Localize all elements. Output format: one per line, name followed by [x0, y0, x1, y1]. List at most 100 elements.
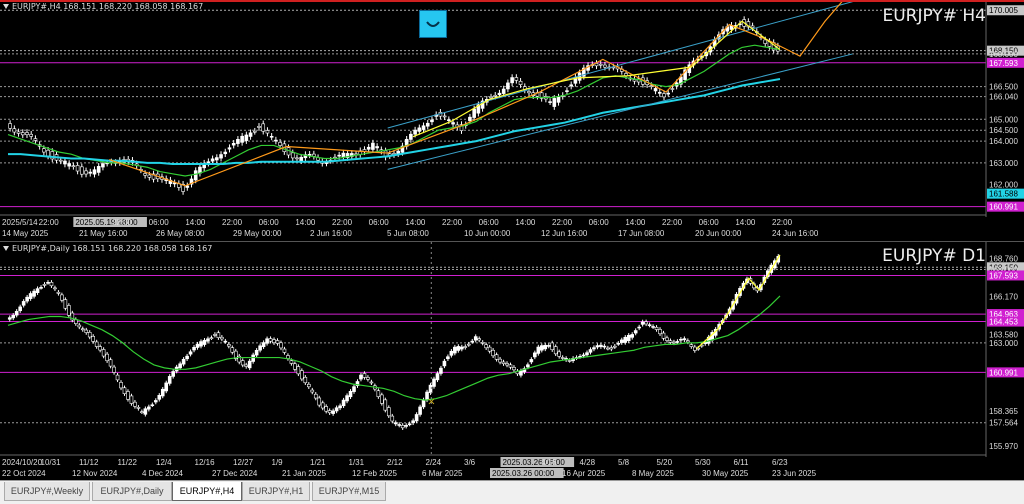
candle-body [261, 342, 266, 348]
candle-body [630, 334, 635, 338]
candle-body [672, 341, 676, 344]
candle-body [393, 422, 398, 425]
tab-weekly[interactable]: EURJPY#,Weekly [4, 482, 90, 501]
time-axis-label: 26 May 08:00 [156, 229, 205, 238]
candle-body [216, 332, 221, 338]
panel-menu-triangle-icon[interactable] [3, 4, 9, 9]
candle-body [96, 166, 101, 173]
candle-body [150, 404, 155, 407]
price-axis-label: 155.970 [989, 442, 1018, 451]
time-axis-label: 4 Dec 2024 [142, 469, 183, 478]
candle-body [413, 129, 417, 135]
candle-body [510, 77, 514, 84]
candle-body [75, 165, 80, 172]
candle-body [334, 407, 339, 412]
price-axis-label: 160.991 [989, 203, 1018, 212]
candle-body [623, 336, 628, 343]
candle-body [248, 132, 253, 137]
candle-body [223, 340, 228, 343]
candle-body [268, 338, 273, 342]
candle-body [14, 311, 19, 316]
candle-body [477, 338, 481, 341]
candle-body [658, 329, 662, 335]
candle-body [94, 341, 99, 347]
candle-body [341, 152, 346, 158]
candle-body [240, 135, 244, 143]
time-axis-label: 3/6 [464, 458, 476, 467]
candle-body [463, 346, 468, 348]
candle-body [750, 25, 755, 29]
candle-body [227, 343, 231, 347]
candle-body [371, 142, 375, 150]
candle-body [569, 84, 573, 87]
candle-body [470, 340, 475, 343]
candle-body [112, 366, 116, 373]
candle-body [119, 382, 123, 389]
candle-body [67, 163, 71, 167]
candle-body [143, 173, 147, 176]
candle-body [446, 356, 450, 360]
candle-body [317, 397, 322, 406]
candle-body [763, 39, 768, 44]
candle-body [456, 346, 461, 351]
candle-body [417, 127, 422, 132]
candle-body [491, 349, 495, 357]
candle-body [88, 171, 93, 174]
candle-body [39, 287, 43, 289]
candle-body [480, 342, 485, 344]
time-axis-label: 8 May 2025 [632, 469, 674, 478]
time-axis-label: 14:00 [625, 218, 646, 227]
candle-body [411, 420, 415, 424]
candle-body [337, 154, 341, 157]
panel-menu-triangle-icon[interactable] [3, 246, 9, 251]
h4-chart-panel[interactable]: 170.005 168.150 168.000 167.593 166.500 166.0… [0, 0, 1024, 241]
time-axis-label: 2024/10/20 [2, 458, 43, 467]
candle-body [442, 115, 447, 118]
tab-m15[interactable]: EURJPY#,M15 [312, 482, 386, 501]
time-axis-label: 22:00 [662, 218, 683, 227]
candle-body [421, 399, 426, 408]
candle-body [376, 390, 381, 397]
candle-body [494, 354, 499, 360]
candle-body [230, 347, 235, 353]
candle-body [18, 306, 22, 312]
candle-body [60, 294, 64, 301]
price-axis-label: 163.000 [989, 339, 1018, 348]
candle-body [63, 160, 67, 165]
candle-body [341, 399, 346, 407]
candle-body [153, 400, 158, 403]
candle-body [425, 122, 430, 127]
candle-body [442, 360, 447, 367]
candle-body [345, 395, 349, 402]
candle-body [199, 341, 203, 347]
candle-body [254, 350, 259, 356]
candle-body [602, 345, 607, 348]
candle-body [278, 142, 282, 146]
candle-body [25, 132, 29, 136]
tab-daily[interactable]: EURJPY#,Daily [92, 482, 172, 501]
d1-chart-panel[interactable]: 168.760 168.150 168.000 167.593 166.170 164.9… [0, 241, 1024, 481]
candle-body [265, 130, 270, 134]
h4-chart-title: EURJPY#,H4 168.151 168.220 168.058 168.1… [12, 2, 204, 11]
d1-chart-canvas[interactable]: 168.760168.150168.000167.593166.170164.9… [0, 242, 1024, 481]
candle-body [35, 288, 40, 294]
candle-body [447, 119, 451, 121]
expert-advisor-smile-icon[interactable] [419, 10, 447, 38]
h4-symbol-label: EURJPY# H4 [882, 6, 986, 26]
candle-body [220, 336, 224, 340]
time-axis-label: 24 Jun 16:00 [772, 229, 819, 238]
candle-body [640, 321, 645, 325]
time-axis-label: 06:00 [589, 218, 610, 227]
candle-body [160, 388, 165, 397]
tab-h1[interactable]: EURJPY#,H1 [242, 482, 310, 501]
candle-body [626, 334, 631, 342]
candle-body [435, 373, 440, 381]
candle-body [657, 91, 662, 94]
tab-h4[interactable]: EURJPY#,H4 [172, 482, 242, 501]
candle-body [686, 340, 690, 343]
candle-body [193, 170, 198, 181]
h4-chart-canvas[interactable]: 170.005168.150168.000167.593166.500166.0… [0, 0, 1024, 241]
candle-body [567, 360, 572, 362]
candle-body [7, 317, 12, 320]
candle-body [546, 345, 551, 347]
